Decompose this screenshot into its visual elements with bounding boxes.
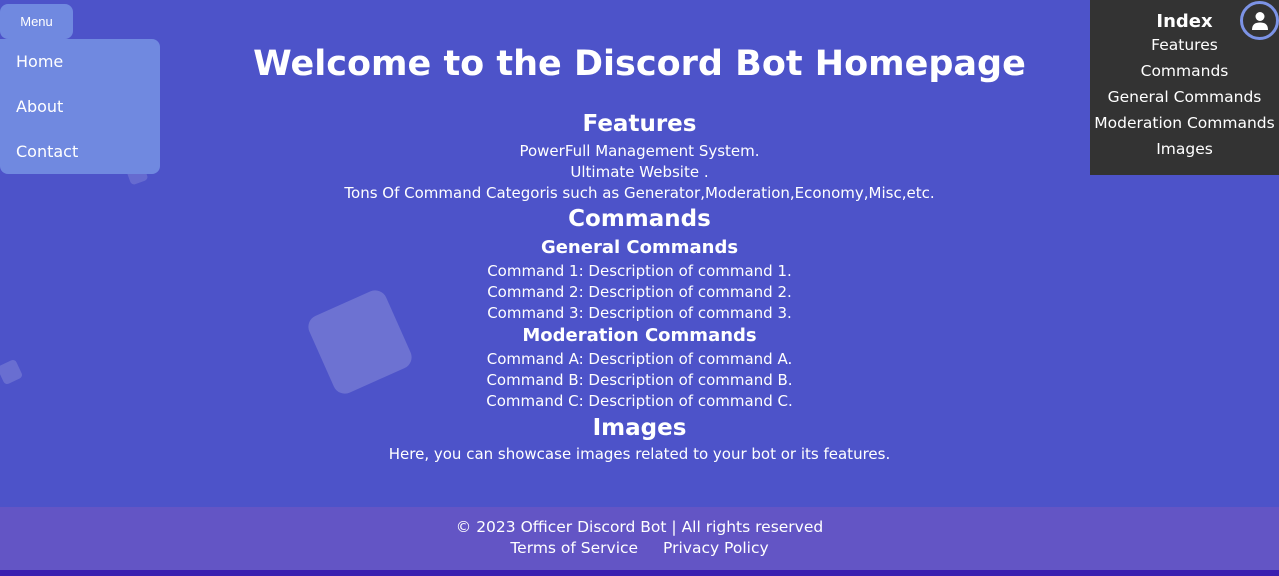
features-line: Tons Of Command Categoris such as Genera…	[344, 184, 935, 202]
bottom-bar	[0, 570, 1279, 576]
menu-item-about[interactable]: About	[0, 96, 160, 141]
index-link-general-commands[interactable]: General Commands	[1090, 84, 1279, 110]
page-title: Welcome to the Discord Bot Homepage	[253, 44, 1026, 84]
features-line: PowerFull Management System.	[519, 142, 760, 160]
index-link-images[interactable]: Images	[1090, 136, 1279, 162]
terms-of-service-link[interactable]: Terms of Service	[510, 539, 638, 557]
moderation-commands-heading: Moderation Commands	[522, 325, 757, 346]
general-command-line: Command 2: Description of command 2.	[487, 283, 792, 301]
footer: © 2023 Officer Discord Bot | All rights …	[0, 507, 1279, 570]
general-command-line: Command 3: Description of command 3.	[487, 304, 792, 322]
avatar[interactable]	[1240, 1, 1279, 40]
menu-item-home[interactable]: Home	[0, 51, 160, 96]
moderation-command-line: Command B: Description of command B.	[486, 371, 793, 389]
footer-copyright: © 2023 Officer Discord Bot | All rights …	[455, 518, 824, 536]
menu-button[interactable]: Menu	[0, 4, 73, 39]
general-command-line: Command 1: Description of command 1.	[487, 262, 792, 280]
footer-links: Terms of Service Privacy Policy	[0, 538, 1279, 559]
images-text: Here, you can showcase images related to…	[388, 445, 891, 463]
features-heading: Features	[582, 111, 697, 137]
menu-item-contact[interactable]: Contact	[0, 141, 160, 186]
side-menu: Home About Contact	[0, 39, 160, 174]
privacy-policy-link[interactable]: Privacy Policy	[663, 539, 769, 557]
user-icon	[1251, 11, 1268, 30]
index-link-moderation-commands[interactable]: Moderation Commands	[1090, 110, 1279, 136]
moderation-command-line: Command A: Description of command A.	[486, 350, 793, 368]
moderation-command-line: Command C: Description of command C.	[486, 392, 793, 410]
commands-heading: Commands	[568, 206, 711, 232]
general-commands-heading: General Commands	[540, 237, 739, 258]
index-link-commands[interactable]: Commands	[1090, 58, 1279, 84]
features-line: Ultimate Website .	[570, 163, 709, 181]
images-heading: Images	[592, 415, 687, 441]
